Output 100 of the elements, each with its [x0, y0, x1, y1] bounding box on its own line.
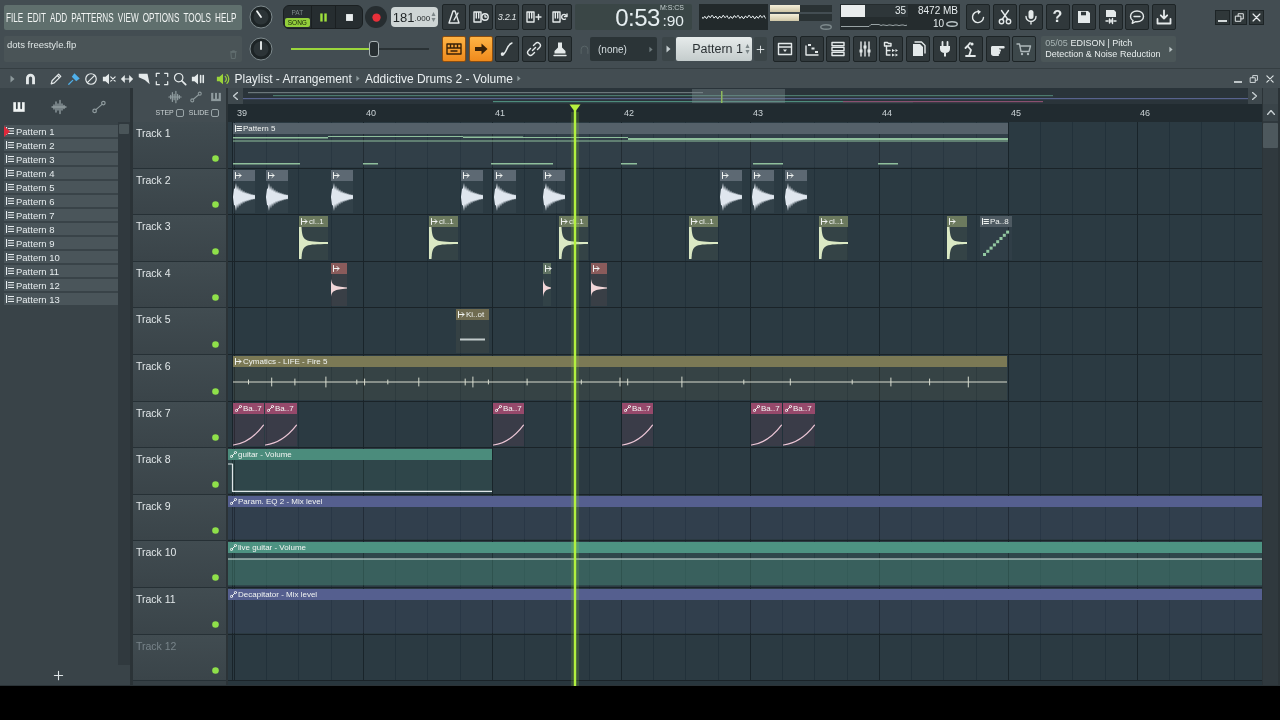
audio-clip[interactable]: cl..1 [429, 216, 458, 260]
pattern-item[interactable]: Pattern 12 [4, 279, 118, 291]
automation-clip[interactable]: Ba..7 [751, 402, 782, 447]
pattern-selector[interactable]: Pattern 1 [676, 37, 752, 61]
automation-clip[interactable]: Ba..7 [233, 402, 264, 447]
pitch-knob[interactable] [249, 37, 273, 61]
piano-roll-button[interactable] [799, 36, 824, 62]
track-header[interactable]: Track 1 [133, 122, 226, 169]
automation-clip[interactable]: Ba..7 [493, 402, 524, 447]
track-header[interactable]: Track 2 [133, 168, 226, 216]
shop-button[interactable] [1012, 36, 1037, 62]
audio-clip[interactable]: cl..1 [819, 216, 848, 260]
selector-dropdown[interactable]: (none) [590, 37, 657, 61]
status-dot-icon[interactable] [212, 527, 219, 535]
pattern-item[interactable]: Pattern 4 [4, 167, 118, 179]
slider-thumb[interactable] [368, 41, 379, 57]
audio-clip[interactable]: cl..1 [299, 216, 328, 260]
metronome-button[interactable] [442, 4, 466, 30]
audio-clip[interactable] [543, 169, 565, 214]
automation-clip[interactable]: Ba..7 [622, 402, 653, 447]
plugin-button[interactable] [932, 36, 957, 62]
breadcrumb-item[interactable]: Addictive Drums 2 - Volume [364, 71, 513, 86]
status-dot-icon[interactable] [212, 620, 219, 628]
add-pattern-button[interactable] [754, 37, 767, 61]
track-header[interactable]: Track 5 [133, 308, 226, 355]
audio-clip[interactable] [947, 216, 967, 260]
pattern-clip[interactable]: Pattern 5 [233, 123, 1008, 167]
loop-record-button[interactable] [548, 4, 572, 30]
paint-tool[interactable] [66, 71, 81, 86]
stamp-toggle[interactable] [548, 36, 572, 62]
audio-clip[interactable]: cl..1 [689, 216, 718, 260]
menu-item[interactable]: PATTERNS [71, 10, 114, 25]
scrollbar-track[interactable] [118, 122, 130, 665]
menu-item[interactable]: VIEW [117, 10, 139, 25]
delete-tool[interactable] [84, 71, 99, 86]
export-button[interactable] [1098, 4, 1123, 30]
status-dot-icon[interactable] [212, 434, 219, 442]
download-button[interactable] [1151, 4, 1176, 30]
browser-button[interactable] [879, 36, 904, 62]
audio-clip[interactable] [752, 169, 774, 214]
status-dot-icon[interactable] [212, 294, 219, 302]
audio-clip[interactable] [785, 169, 807, 214]
refresh-button[interactable] [966, 4, 990, 30]
audio-clip[interactable] [331, 169, 353, 214]
snap-button[interactable] [23, 71, 37, 86]
scroll-right-button[interactable] [1247, 88, 1262, 104]
volume-knob[interactable] [249, 5, 273, 29]
zoom-tool[interactable] [172, 71, 187, 86]
status-dot-icon[interactable] [212, 154, 219, 162]
menu-item[interactable]: ADD [50, 10, 68, 25]
pattern-item[interactable]: Pattern 7 [4, 209, 118, 221]
wait-for-input-button[interactable] [468, 4, 493, 30]
automation-clip[interactable]: Ba..7 [265, 402, 297, 447]
menu-item[interactable]: EDIT [27, 10, 46, 25]
track-header[interactable]: Track 8 [133, 448, 226, 495]
cut-button[interactable] [992, 4, 1017, 30]
restore-button[interactable] [1248, 72, 1260, 85]
save-button[interactable] [1072, 4, 1096, 30]
audio-clip[interactable] [494, 169, 516, 214]
audio-clip[interactable]: Cymatics - LIFE - Fire 5 [233, 355, 1007, 400]
automation-clip[interactable]: live guitar - Volume [228, 542, 1262, 586]
audio-clip[interactable] [543, 262, 551, 307]
pattern-clip[interactable]: Pa..8 [980, 216, 1012, 260]
pattern-item[interactable]: Pattern 10 [4, 251, 118, 263]
audio-clip[interactable] [591, 262, 607, 307]
audio-clip[interactable] [233, 169, 255, 214]
curve-toggle[interactable] [495, 36, 519, 62]
pattern-item[interactable]: Pattern 11 [4, 265, 118, 277]
channel-rack-button[interactable] [826, 36, 851, 62]
step-edit-button[interactable] [521, 4, 546, 30]
status-dot-icon[interactable] [212, 573, 219, 581]
pencil-tool[interactable] [49, 71, 63, 86]
slice-tool[interactable] [137, 71, 152, 86]
tempo-display[interactable]: 181.000 [391, 7, 438, 27]
status-dot-icon[interactable] [212, 201, 219, 209]
select-tool[interactable] [155, 71, 170, 86]
automation-clip[interactable]: guitar - Volume [228, 449, 492, 493]
pattern-item[interactable]: Pattern 13 [4, 293, 118, 305]
playlist-button[interactable] [773, 36, 797, 62]
minimize-button[interactable] [1215, 10, 1230, 25]
audio-clip[interactable] [720, 169, 742, 214]
audio-clip[interactable] [331, 262, 347, 307]
microphone-button[interactable] [1019, 4, 1043, 30]
scroll-thumb[interactable] [1263, 123, 1278, 148]
menu-item[interactable]: TOOLS [183, 10, 211, 25]
menu-item[interactable]: OPTIONS [142, 10, 180, 25]
menu-item[interactable]: FILE [6, 10, 24, 25]
countdown-button[interactable]: 3.2.1 [495, 4, 519, 30]
status-dot-icon[interactable] [212, 667, 219, 675]
automation-clip[interactable]: Decapitator - Mix level [228, 588, 1262, 633]
checkbox[interactable] [211, 108, 219, 117]
pattern-item[interactable]: Pattern 9 [4, 237, 118, 249]
restore-button[interactable] [1232, 10, 1247, 25]
mute-tool[interactable] [102, 71, 117, 86]
chat-button[interactable] [1125, 4, 1149, 30]
track-header[interactable]: Track 4 [133, 261, 226, 309]
arrow-toggle[interactable] [468, 36, 493, 62]
audio-clip[interactable] [266, 169, 288, 214]
track-header[interactable]: Track 9 [133, 494, 226, 542]
typing-keyboard-toggle[interactable] [442, 36, 466, 62]
